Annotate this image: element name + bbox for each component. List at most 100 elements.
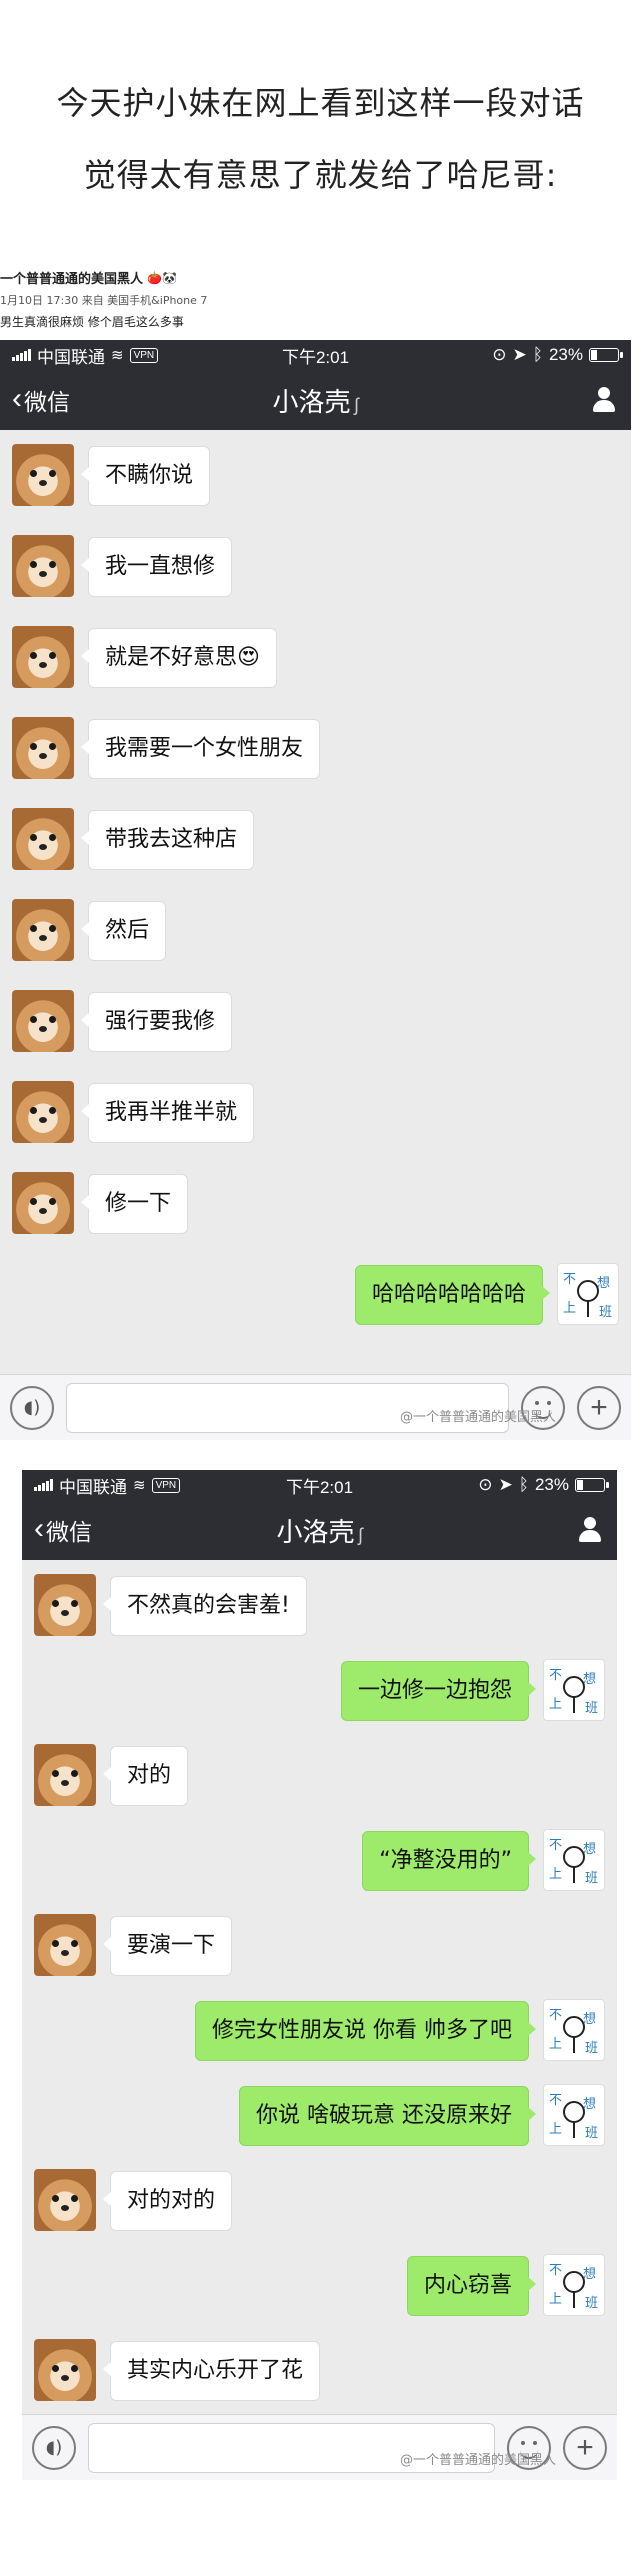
message-bubble[interactable]: 带我去这种店 [80,810,255,870]
incoming-message: 不瞒你说 [0,444,631,506]
location-icon: ➤ [498,1475,513,1494]
message-bubble[interactable]: 强行要我修 [80,992,233,1052]
message-bubble[interactable]: 要演一下 [102,1916,233,1976]
message-bubble[interactable]: 然后 [80,901,167,961]
plus-icon[interactable]: + [577,1385,621,1430]
message-bubble[interactable]: 你说 啥破玩意 还没原来好 [239,2086,536,2146]
chevron-left-icon: ‹ [12,381,22,415]
outgoing-message: 内心窃喜不想上班 [22,2254,617,2316]
contact-avatar[interactable] [12,990,74,1052]
contact-avatar[interactable] [12,444,74,506]
chat-title: 小洛壳 ʃ [276,1516,363,1547]
outgoing-message: “净整没用的” 不想上班 [22,1829,617,1891]
contact-avatar[interactable] [12,1081,74,1143]
incoming-message: 就是不好意思😍 [0,626,631,688]
contact-avatar[interactable] [34,2339,96,2401]
message-bubble[interactable]: 其实内心乐开了花 [102,2341,321,2401]
incoming-message: 我一直想修 [0,535,631,597]
voice-icon[interactable]: ◖) [32,2425,76,2470]
signal-icon [34,1479,53,1491]
status-bar: 中国联通 ≋ VPN 下午2:01 ⊙ ➤ ᛒ 23% [22,1470,617,1500]
back-label: 微信 [46,1519,92,1545]
outgoing-message: 哈哈哈哈哈哈哈不想上班 [0,1263,631,1325]
message-bubble[interactable]: 修完女性朋友说 你看 帅多了吧 [195,2001,536,2061]
contact-avatar[interactable] [12,535,74,597]
contact-avatar[interactable] [12,626,74,688]
chat-navbar: ‹ 微信 小洛壳 ʃ [0,370,631,430]
back-button[interactable]: ‹ 微信 [12,383,70,417]
message-bubble[interactable]: 就是不好意思😍 [81,628,277,688]
incoming-message: 带我去这种店 [0,808,631,870]
contact-avatar[interactable] [34,1574,96,1636]
orientation-lock-icon: ⊙ [478,1475,493,1494]
message-bubble[interactable]: 哈哈哈哈哈哈哈 [354,1265,551,1325]
back-button[interactable]: ‹ 微信 [34,1513,92,1547]
message-bubble[interactable]: 不瞒你说 [80,446,211,506]
headline-line-2: 觉得太有意思了就发给了哈尼哥: [83,156,558,194]
back-label: 微信 [24,389,70,415]
incoming-message: 不然真的会害羞! [22,1574,617,1636]
headline-line-1: 今天护小妹在网上看到这样一段对话 [56,84,585,122]
message-bubble[interactable]: 对的对的 [102,2171,233,2231]
message-bubble[interactable]: 一边修一边抱怨 [340,1661,537,1721]
vpn-badge: VPN [151,1477,181,1493]
contact-avatar[interactable] [34,1744,96,1806]
chat-screenshot-2: 中国联通 ≋ VPN 下午2:01 ⊙ ➤ ᛒ 23% ‹ 微信 小洛壳 ʃ 不然… [22,1470,617,2480]
incoming-message: 要演一下 [22,1914,617,1976]
bluetooth-icon: ᛒ [518,1475,529,1494]
my-avatar[interactable]: 不想上班 [543,2254,605,2316]
chat-navbar: ‹ 微信 小洛壳 ʃ [22,1500,617,1560]
incoming-message: 修一下 [0,1172,631,1234]
my-avatar[interactable]: 不想上班 [543,1999,605,2061]
ear-icon: ʃ [358,1524,363,1545]
wifi-icon: ≋ [111,347,124,364]
chat-title: 小洛壳 ʃ [272,386,359,417]
post-author[interactable]: 一个普普通通的美国黑人 [0,268,143,287]
message-bubble[interactable]: 内心窃喜 [406,2256,537,2316]
contact-avatar[interactable] [34,2169,96,2231]
carrier-label: 中国联通 [37,347,105,367]
incoming-message: 对的 [22,1744,617,1806]
wifi-icon: ≋ [133,1477,146,1494]
battery-percent: 23% [548,345,583,364]
my-avatar[interactable]: 不想上班 [543,1659,605,1721]
contact-avatar[interactable] [34,1914,96,1976]
message-bubble[interactable]: 我一直想修 [80,537,233,597]
carrier-label: 中国联通 [59,1477,127,1497]
incoming-message: 其实内心乐开了花 [22,2339,617,2401]
message-bubble[interactable]: 对的 [102,1746,189,1806]
message-bubble[interactable]: 修一下 [80,1174,189,1234]
watermark: @一个普普通通的美国黑人 [400,2453,557,2468]
battery-icon [589,348,623,362]
incoming-message: 我需要一个女性朋友 [0,717,631,779]
contact-avatar[interactable] [12,1172,74,1234]
chat-screenshot-1: 中国联通 ≋ VPN 下午2:01 ⊙ ➤ ᛒ 23% ‹ 微信 小洛壳 ʃ 不瞒… [0,340,631,1440]
contact-avatar[interactable] [12,899,74,961]
incoming-message: 然后 [0,899,631,961]
post-caption: 男生真滴很麻烦 修个眉毛这么多事 [0,315,184,329]
contact-info-icon[interactable] [589,385,619,415]
my-avatar[interactable]: 不想上班 [543,2084,605,2146]
outgoing-message: 你说 啥破玩意 还没原来好不想上班 [22,2084,617,2146]
contact-info-icon[interactable] [575,1515,605,1545]
contact-avatar[interactable] [12,717,74,779]
contact-avatar[interactable] [12,808,74,870]
vpn-badge: VPN [129,347,159,363]
orientation-lock-icon: ⊙ [492,345,507,364]
bluetooth-icon: ᛒ [532,345,543,364]
message-bubble[interactable]: 我再半推半就 [80,1083,255,1143]
message-bubble[interactable]: “净整没用的” [362,1831,536,1891]
incoming-message: 我再半推半就 [0,1081,631,1143]
my-avatar[interactable]: 不想上班 [557,1263,619,1325]
my-avatar[interactable]: 不想上班 [543,1829,605,1891]
battery-icon [575,1478,609,1492]
watermark: @一个普普通通的美国黑人 [400,1410,557,1425]
ear-icon: ʃ [354,394,359,415]
voice-icon[interactable]: ◖) [10,1385,54,1430]
post-author-row: 一个普普通通的美国黑人 🍅🐼 [0,268,641,288]
message-bubble[interactable]: 我需要一个女性朋友 [80,719,321,779]
status-bar: 中国联通 ≋ VPN 下午2:01 ⊙ ➤ ᛒ 23% [0,340,631,370]
author-emoji: 🍅🐼 [147,270,177,285]
plus-icon[interactable]: + [563,2425,607,2470]
message-bubble[interactable]: 不然真的会害羞! [103,1576,307,1636]
